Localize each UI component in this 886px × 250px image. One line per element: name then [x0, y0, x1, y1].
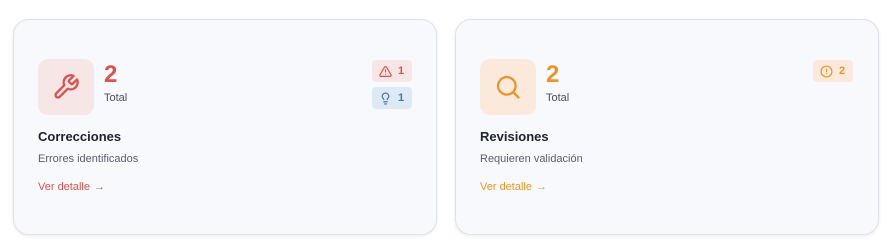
- corrections-count: 2: [104, 61, 118, 88]
- suggestion-badge-count: 1: [398, 92, 405, 104]
- alert-circle-icon: [820, 64, 833, 78]
- search-icon-box: [480, 59, 536, 115]
- revisions-count-label: Total: [546, 92, 570, 104]
- suggestion-badge[interactable]: 1: [372, 87, 413, 109]
- corrections-detail-link-label: Ver detalle: [38, 181, 90, 193]
- corrections-detail-link[interactable]: Ver detalle →: [38, 181, 105, 193]
- lightbulb-icon: [381, 92, 390, 105]
- arrow-right-icon: →: [93, 181, 105, 193]
- arrow-right-icon: →: [535, 181, 547, 193]
- search-icon: [496, 75, 520, 99]
- corrections-count-label: Total: [104, 92, 128, 104]
- wrench-icon-box: [38, 59, 94, 115]
- revisions-count: 2: [546, 61, 560, 88]
- alert-badge[interactable]: 2: [813, 60, 854, 82]
- corrections-card: 2 Total 1 1 Correcciones Errores identif…: [13, 19, 437, 235]
- warning-badge-count: 1: [398, 65, 405, 77]
- warning-badge[interactable]: 1: [372, 60, 413, 82]
- warning-triangle-icon: [379, 65, 392, 77]
- wrench-icon: [54, 74, 79, 99]
- revisions-card: 2 Total 2 Revisiones Requieren validació…: [455, 19, 879, 235]
- revisions-detail-link-label: Ver detalle: [480, 181, 532, 193]
- corrections-title: Correcciones: [38, 129, 122, 144]
- revisions-detail-link[interactable]: Ver detalle →: [480, 181, 547, 193]
- revisions-title: Revisiones: [480, 129, 549, 144]
- alert-badge-count: 2: [839, 65, 846, 77]
- corrections-subtitle: Errores identificados: [38, 153, 139, 165]
- revisions-subtitle: Requieren validación: [480, 153, 583, 165]
